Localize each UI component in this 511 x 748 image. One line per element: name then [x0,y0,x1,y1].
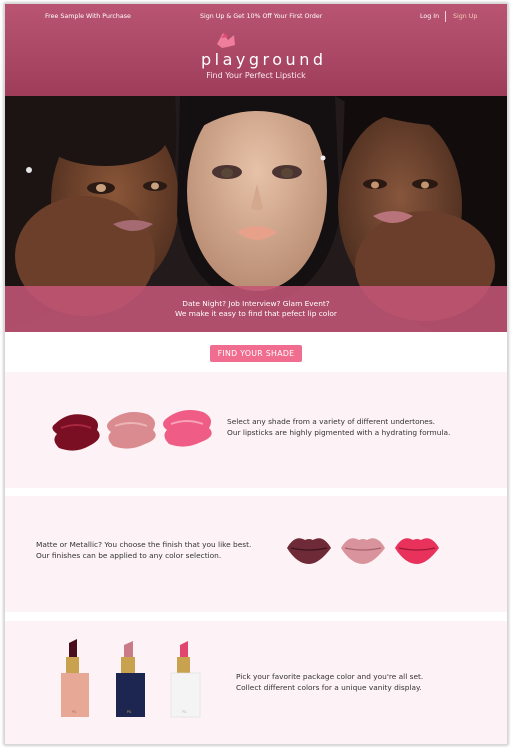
hero-headline: Date Night? Job Interview? Glam Event? [182,299,330,308]
feature-undertones: Select any shade from a variety of diffe… [5,372,507,488]
signup-offer-link[interactable]: Sign Up & Get 10% Off Your First Order [200,13,322,20]
feature-packaging: PG PG PG Pick your favorite package colo… [5,621,507,744]
feature-finishes-line2: Our finishes can be applied to any color… [36,551,222,560]
brand-logo[interactable]: playground [195,32,323,72]
login-link[interactable]: Log In [420,13,439,20]
hero-banner: Date Night? Job Interview? Glam Event? W… [5,96,507,332]
site-header: Free Sample With Purchase Sign Up & Get … [5,4,507,96]
find-your-shade-button[interactable]: FIND YOUR SHADE [210,345,302,362]
feature-undertones-line1: Select any shade from a variety of diffe… [227,417,436,426]
feature-undertones-line2: Our lipsticks are highly pigmented with … [227,428,451,437]
tagline: Find Your Perfect Lipstick [206,71,306,80]
package-mark-1: PG [72,710,77,714]
feature-finishes: Matte or Metallic? You choose the finish… [5,496,507,612]
package-mark-3: PG [182,710,187,714]
lips-icon [287,538,439,564]
feature-packaging-line2: Collect different colors for a unique va… [236,683,422,692]
promo-bar: Free Sample With Purchase Sign Up & Get … [5,4,507,30]
feature-finishes-line1: Matte or Metallic? You choose the finish… [36,540,252,549]
signup-link[interactable]: Sign Up [453,13,477,20]
lipstick-tubes-icon: PG PG PG [61,639,201,718]
feature-packaging-line1: Pick your favorite package color and you… [236,672,424,681]
package-mark-2: PG [127,710,132,714]
page-frame: Free Sample With Purchase Sign Up & Get … [4,3,508,745]
topbar-divider [445,11,446,22]
hero-subheadline: We make it easy to find that pefect lip … [175,309,337,318]
lipstick-swatches-icon [52,410,212,451]
brand-name: playground [201,50,327,69]
free-sample-text: Free Sample With Purchase [45,13,131,20]
